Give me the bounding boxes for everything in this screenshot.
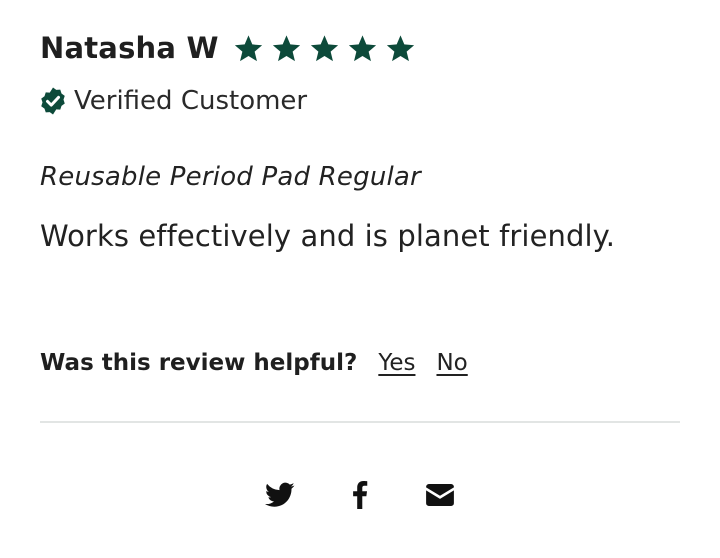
verified-badge: Verified Customer [40,84,307,118]
product-name: Reusable Period Pad Regular [40,162,421,192]
email-icon [426,484,454,506]
facebook-icon [352,481,368,509]
star-icon [347,33,378,64]
share-buttons [40,478,680,512]
star-rating [233,33,423,64]
reviewer-name: Natasha W [40,31,219,65]
helpful-yes-link[interactable]: Yes [378,350,415,376]
facebook-share-button[interactable] [343,478,377,512]
twitter-icon [265,482,295,508]
verified-check-icon [38,86,68,116]
email-share-button[interactable] [423,478,457,512]
review-header: Natasha W [40,28,423,68]
helpful-question: Was this review helpful? [40,350,358,376]
star-icon [233,33,264,64]
star-icon [271,33,302,64]
review-body: Works effectively and is planet friendly… [40,219,616,253]
star-icon [385,33,416,64]
helpful-vote: Was this review helpful? Yes No [40,346,468,380]
twitter-share-button[interactable] [263,478,297,512]
star-icon [309,33,340,64]
review-card: Natasha W Verified Customer Reusable Per… [40,0,680,558]
divider [40,421,680,423]
helpful-no-link[interactable]: No [436,350,467,376]
verified-label: Verified Customer [74,86,308,116]
